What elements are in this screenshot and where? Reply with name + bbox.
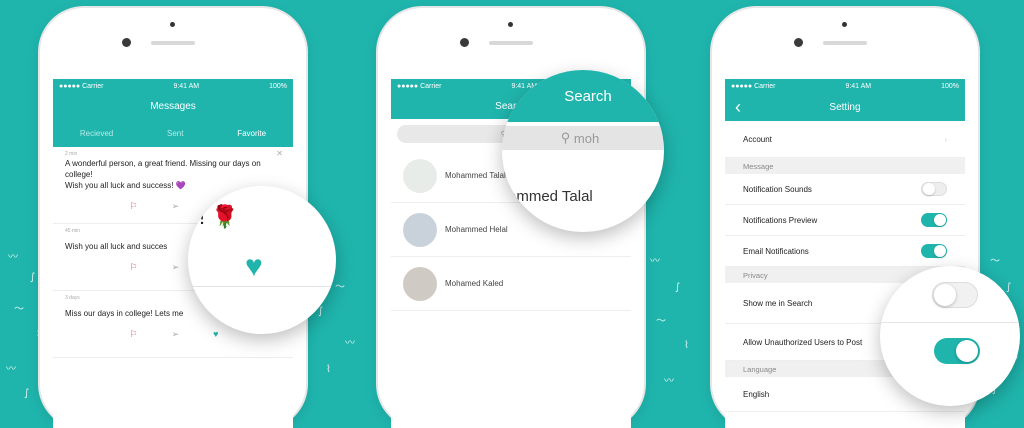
send-icon[interactable]: ➢ xyxy=(172,262,180,273)
heart-icon[interactable]: ♥ xyxy=(213,329,218,340)
magnifier-toggles xyxy=(880,266,1020,406)
back-icon[interactable]: ‹ xyxy=(735,97,741,118)
divider xyxy=(188,286,336,287)
status-bar: ●●●●● Carrier 9:41 AM 100% xyxy=(725,79,965,93)
avatar xyxy=(403,212,437,247)
earpiece xyxy=(151,41,195,45)
email-notifications-toggle[interactable] xyxy=(921,244,947,258)
message-text: A wonderful person, a great friend. Miss… xyxy=(65,159,261,179)
zoom-title: Search xyxy=(564,87,612,105)
tab-bar: Recieved Sent Favorite xyxy=(53,119,293,147)
notification-sounds-label: Notification Sounds xyxy=(743,184,812,194)
divider xyxy=(880,322,1020,323)
flag-icon[interactable]: ⚐ xyxy=(130,201,138,212)
front-camera xyxy=(794,38,803,47)
avatar xyxy=(403,266,437,301)
message-time: 2 min xyxy=(65,151,78,157)
show-me-in-search-toggle[interactable] xyxy=(932,282,978,308)
tab-received[interactable]: Recieved xyxy=(80,129,113,138)
front-camera xyxy=(122,38,131,47)
flag-icon[interactable]: ⚐ xyxy=(130,329,138,340)
speaker xyxy=(170,22,175,27)
language-value: English xyxy=(743,389,770,399)
page-title: Messages xyxy=(150,100,196,112)
send-icon[interactable]: ➢ xyxy=(172,329,180,340)
magnifier-favorite: s! 🌹 ♥ xyxy=(188,186,336,334)
send-icon[interactable]: ➢ xyxy=(172,201,180,212)
close-icon[interactable]: ✕ xyxy=(276,149,283,158)
contact-name: Mohammed Talal xyxy=(445,171,506,180)
tab-favorite[interactable]: Favorite xyxy=(237,129,266,138)
status-time: 9:41 AM xyxy=(173,82,200,90)
carrier-label: ●●●●● Carrier xyxy=(397,82,442,90)
zoom-contact-name: ammed Talal xyxy=(508,188,593,205)
heart-icon[interactable]: ♥ xyxy=(245,250,263,284)
zoom-search-input[interactable]: ⚲ moh xyxy=(502,126,664,150)
nav-bar: Messages xyxy=(53,93,293,119)
flag-icon[interactable]: ⚐ xyxy=(130,262,138,273)
avatar xyxy=(403,158,437,193)
notification-sounds-toggle[interactable] xyxy=(921,182,947,196)
search-icon: ⚲ xyxy=(560,130,574,145)
email-notifications-row: Email Notifications xyxy=(725,236,965,267)
front-camera xyxy=(460,38,469,47)
page-title: Setting xyxy=(829,101,861,113)
email-notifications-label: Email Notifications xyxy=(743,246,809,256)
chevron-right-icon: › xyxy=(944,134,947,144)
notifications-preview-toggle[interactable] xyxy=(921,213,947,227)
battery-label: 100% xyxy=(269,82,287,90)
notifications-preview-row: Notifications Preview xyxy=(725,205,965,236)
zoom-message-text: s! 🌹 xyxy=(188,204,239,229)
speaker xyxy=(508,22,513,27)
account-row[interactable]: Account › xyxy=(725,121,965,158)
battery-label: 100% xyxy=(941,82,959,90)
section-header-message: Message xyxy=(725,158,965,174)
tab-sent[interactable]: Sent xyxy=(167,129,183,138)
notification-sounds-row: Notification Sounds xyxy=(725,174,965,205)
speaker xyxy=(842,22,847,27)
carrier-label: ●●●●● Carrier xyxy=(59,82,104,90)
contact-item[interactable]: Mohamed Kaled xyxy=(391,257,631,311)
carrier-label: ●●●●● Carrier xyxy=(731,82,776,90)
contact-name: Mohammed Helal xyxy=(445,225,508,234)
notifications-preview-label: Notifications Preview xyxy=(743,215,818,225)
allow-unauthorized-toggle[interactable] xyxy=(934,338,980,364)
contact-name: Mohamed Kaled xyxy=(445,279,504,288)
show-me-in-search-label: Show me in Search xyxy=(743,298,813,308)
magnifier-search: Search ⚲ moh ammed Talal xyxy=(502,70,664,232)
status-bar: ●●●●● Carrier 9:41 AM 100% xyxy=(53,79,293,93)
allow-unauthorized-label: Allow Unauthorized Users to Post xyxy=(743,337,863,347)
status-time: 9:41 AM xyxy=(845,82,872,90)
account-label: Account xyxy=(743,134,772,144)
earpiece xyxy=(823,41,867,45)
zoom-nav-bar: Search xyxy=(502,70,664,122)
nav-bar: ‹ Setting xyxy=(725,93,965,121)
zoom-search-value: moh xyxy=(573,130,600,146)
earpiece xyxy=(489,41,533,45)
